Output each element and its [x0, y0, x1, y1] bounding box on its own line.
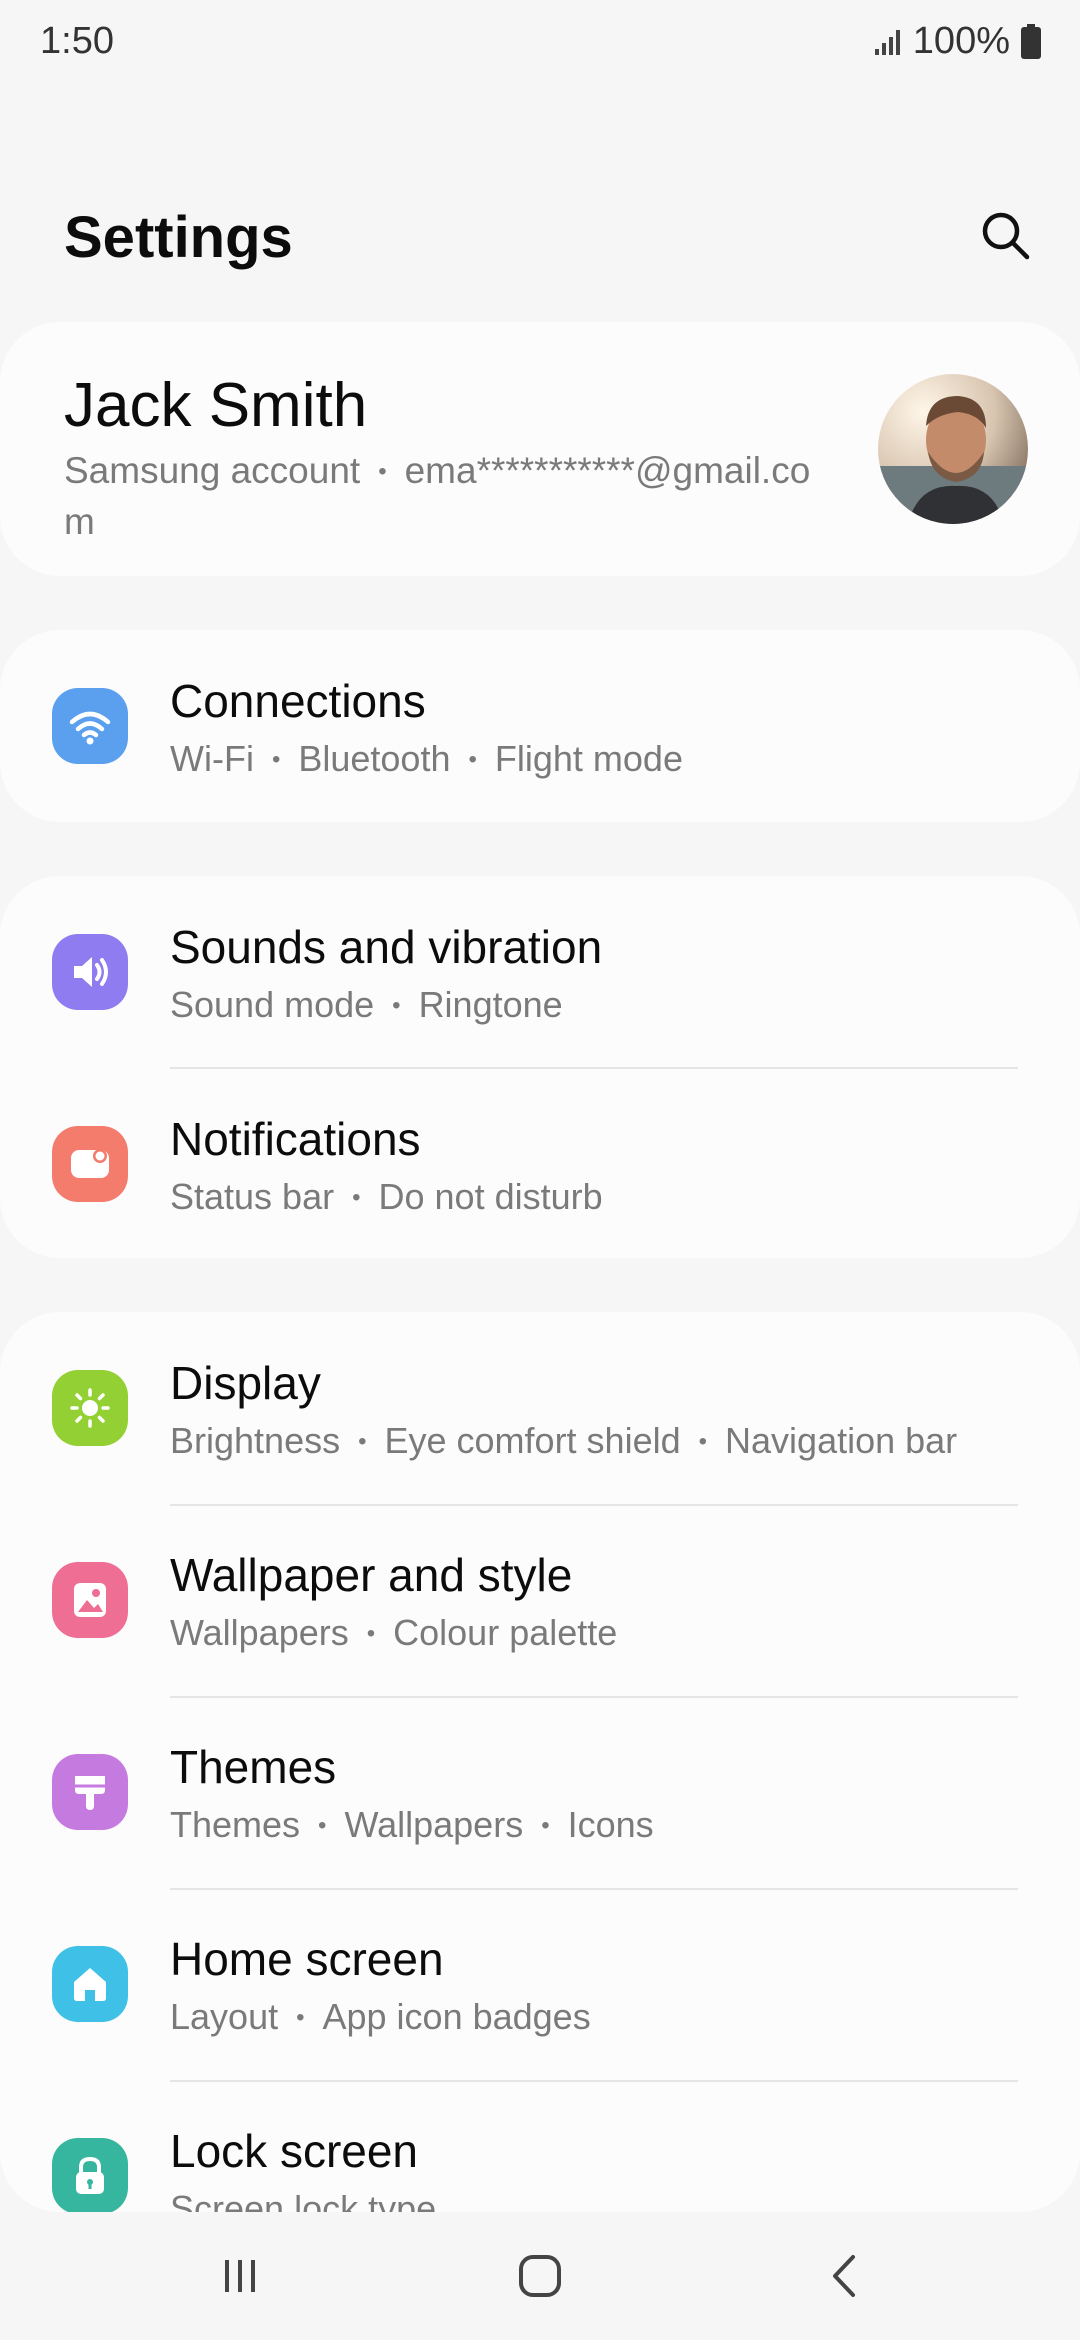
back-icon	[833, 2255, 855, 2297]
home-button-icon	[519, 2255, 561, 2297]
item-title: Wallpaper and style	[170, 1549, 573, 1601]
account-subtitle: Samsung account • ema***********@gmail.com	[64, 450, 811, 542]
brush-icon	[52, 1754, 128, 1830]
status-time: 1:50	[40, 20, 114, 62]
item-subtitle: Status bar • Do not disturb	[170, 1176, 603, 1217]
item-title: Display	[170, 1357, 321, 1409]
volume-icon	[52, 934, 128, 1010]
battery-percent: 100%	[912, 20, 1010, 62]
account-name: Jack Smith	[64, 371, 368, 440]
settings-item-home-screen[interactable]: Home screen Layout • App icon badges	[0, 1888, 1080, 2080]
item-subtitle: Sound mode • Ringtone	[170, 984, 563, 1025]
signal-icon	[873, 27, 903, 57]
avatar[interactable]	[878, 374, 1028, 524]
lock-icon	[52, 2138, 128, 2214]
search-icon	[982, 212, 1030, 260]
account-label: Samsung account	[64, 450, 361, 491]
item-title: Sounds and vibration	[170, 921, 603, 973]
header: Settings	[0, 190, 1080, 290]
recents-button[interactable]	[195, 2236, 285, 2316]
page-title: Settings	[64, 205, 293, 270]
display-card: Display Brightness • Eye comfort shield • Na…	[0, 1312, 1080, 2229]
recents-icon	[225, 2260, 255, 2292]
item-subtitle: Layout • App icon badges	[170, 1996, 591, 2037]
connections-card: Connections Wi-Fi • Bluetooth • Flight mode	[0, 630, 1080, 822]
sounds-card: Sounds and vibration Sound mode • Ringtone…	[0, 876, 1080, 1258]
home-button[interactable]	[495, 2236, 585, 2316]
settings-item-themes[interactable]: Themes Themes • Wallpapers • Icons	[0, 1696, 1080, 1888]
sun-icon	[52, 1370, 128, 1446]
account-card[interactable]: Jack Smith Samsung account • ema**********…	[0, 322, 1080, 576]
item-title: Themes	[170, 1741, 337, 1793]
settings-item-display[interactable]: Display Brightness • Eye comfort shield • Na…	[0, 1312, 1080, 1504]
settings-item-sounds[interactable]: Sounds and vibration Sound mode • Ringtone	[0, 876, 1080, 1068]
settings-item-connections[interactable]: Connections Wi-Fi • Bluetooth • Flight mode	[0, 630, 1080, 822]
status-bar: 1:50 100%	[0, 0, 1080, 84]
item-subtitle: Themes • Wallpapers • Icons	[170, 1804, 654, 1845]
notifications-icon	[52, 1126, 128, 1202]
image-icon	[52, 1562, 128, 1638]
item-title: Notifications	[170, 1113, 421, 1165]
item-subtitle: Wallpapers • Colour palette	[170, 1612, 618, 1653]
item-subtitle: Brightness • Eye comfort shield • Navigation…	[170, 1420, 958, 1461]
navigation-bar	[0, 2212, 1080, 2340]
battery-icon	[1020, 23, 1042, 60]
wifi-icon	[52, 688, 128, 764]
status-indicators: 100%	[873, 20, 1042, 63]
item-title: Connections	[170, 675, 426, 727]
item-title: Home screen	[170, 1933, 444, 1985]
settings-item-notifications[interactable]: Notifications Status bar • Do not disturb	[0, 1068, 1080, 1260]
settings-item-wallpaper[interactable]: Wallpaper and style Wallpapers • Colour pa…	[0, 1504, 1080, 1696]
search-button[interactable]	[970, 200, 1040, 270]
item-subtitle: Wi-Fi • Bluetooth • Flight mode	[170, 738, 683, 779]
item-title: Lock screen	[170, 2125, 419, 2177]
back-button[interactable]	[800, 2236, 890, 2316]
home-icon	[52, 1946, 128, 2022]
